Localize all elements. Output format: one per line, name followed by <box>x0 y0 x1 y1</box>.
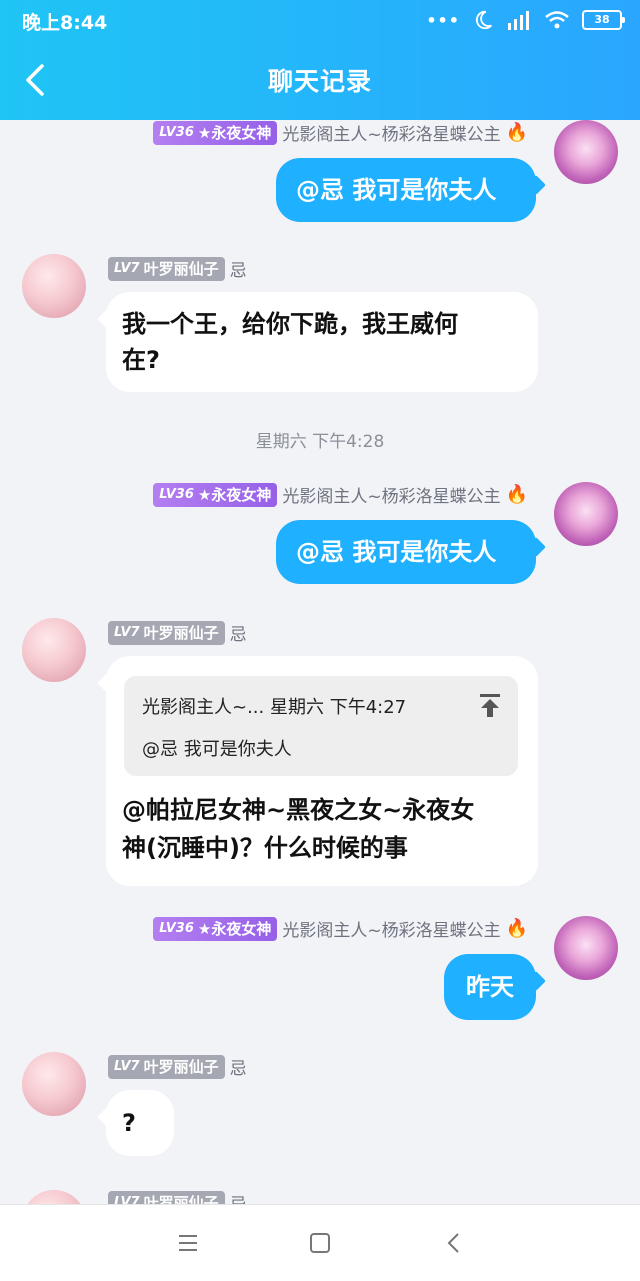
level-badge: LV36 ★永夜女神 <box>153 120 278 145</box>
message-incoming: LV7 叶罗丽仙子 忌 我一个王，给你下跪，我王威何 在? <box>0 250 640 400</box>
fire-icon: 🔥 <box>505 484 528 505</box>
page-title: 聊天记录 <box>267 67 372 96</box>
avatar[interactable] <box>22 1190 86 1204</box>
sender-name: 光影阁主人~杨彩洛星蝶公主 <box>282 125 501 145</box>
message-incoming: LV7叶罗丽仙子 忌 <box>0 1186 640 1204</box>
quote-header: 光影阁主人~... 星期六 下午4:27 <box>142 697 407 718</box>
sender-name: 忌 <box>229 625 247 645</box>
sender-info: LV36 ★永夜女神 光影阁主人~杨彩洛星蝶公主 🔥 <box>153 120 528 145</box>
home-icon[interactable] <box>308 1231 332 1255</box>
menu-icon[interactable] <box>176 1231 200 1255</box>
avatar[interactable] <box>554 482 618 546</box>
sender-info: LV7叶罗丽仙子 忌 <box>108 620 247 645</box>
quoted-message[interactable]: 光影阁主人~... 星期六 下午4:27 @忌 我可是你夫人 <box>124 676 518 776</box>
sender-name: 忌 <box>230 1190 247 1204</box>
battery-icon: 38 <box>582 10 625 30</box>
status-bar: 晚上8:44 ••• 38 <box>0 0 640 38</box>
avatar[interactable] <box>22 1052 86 1116</box>
message-bubble[interactable]: 光影阁主人~... 星期六 下午4:27 @忌 我可是你夫人 @帕拉尼女神~黑夜… <box>106 656 538 886</box>
message-bubble[interactable]: @忌 我可是你夫人 <box>276 520 536 584</box>
level-badge: LV7 叶罗丽仙子 <box>108 1190 225 1204</box>
message-outgoing: LV36 ★永夜女神 光影阁主人~杨彩洛星蝶公主 🔥 @忌 我可是你夫人 <box>0 472 640 592</box>
message-text-line: 神(沉睡中)？什么时候的事 <box>122 834 408 862</box>
sender-name: 忌 <box>229 1059 247 1079</box>
avatar[interactable] <box>554 916 618 980</box>
avatar[interactable] <box>554 120 618 184</box>
quote-text: @忌 我可是你夫人 <box>142 739 292 760</box>
system-nav-bar <box>0 1204 640 1281</box>
sender-info: LV7叶罗丽仙子 忌 <box>108 256 247 281</box>
message-bubble[interactable]: ? <box>106 1090 174 1156</box>
fire-icon: 🔥 <box>505 918 528 939</box>
level-badge: LV7 叶罗丽仙子 <box>108 620 225 645</box>
sender-info: LV36 ★永夜女神 光影阁主人~杨彩洛星蝶公主 🔥 <box>153 916 528 941</box>
sender-info: LV36 ★永夜女神 光影阁主人~杨彩洛星蝶公主 🔥 <box>153 482 528 507</box>
avatar[interactable] <box>22 254 86 318</box>
sender-info: LV7叶罗丽仙子 忌 <box>108 1190 247 1204</box>
pin-top-icon[interactable] <box>478 692 502 718</box>
message-bubble[interactable]: 我一个王，给你下跪，我王威何 在? <box>106 292 538 392</box>
message-bubble[interactable]: 昨天 <box>444 954 536 1020</box>
moon-icon <box>475 10 492 30</box>
status-time: 晚上8:44 <box>22 12 108 34</box>
message-outgoing: LV36 ★永夜女神 光影阁主人~杨彩洛星蝶公主 🔥 昨天 <box>0 906 640 1026</box>
message-text-line: @帕拉尼女神~黑夜之女~永夜女 <box>122 796 475 824</box>
message-incoming: LV7 叶罗丽仙子 忌 ? <box>0 1050 640 1170</box>
signal-icon <box>508 11 529 30</box>
level-badge: LV7 叶罗丽仙子 <box>108 256 225 281</box>
sender-name: 光影阁主人~杨彩洛星蝶公主 <box>282 487 501 507</box>
level-badge: LV36 ★永夜女神 <box>153 916 278 941</box>
level-badge: LV36 ★永夜女神 <box>153 482 278 507</box>
sender-info: LV7叶罗丽仙子 忌 <box>108 1054 247 1079</box>
sender-name: 忌 <box>229 261 247 281</box>
timestamp-divider: 星期六 下午4:28 <box>255 432 385 452</box>
fire-icon: 🔥 <box>505 122 528 143</box>
message-text-line: 在? <box>122 346 160 374</box>
message-bubble[interactable]: @忌 我可是你夫人 <box>276 158 536 222</box>
sender-name: 光影阁主人~杨彩洛星蝶公主 <box>282 921 501 941</box>
more-dots-icon: ••• <box>426 10 460 30</box>
nav-back-icon[interactable] <box>442 1231 466 1255</box>
level-badge: LV7 叶罗丽仙子 <box>108 1054 225 1079</box>
avatar[interactable] <box>22 618 86 682</box>
app-header: 晚上8:44 ••• 38 聊天记录 <box>0 0 640 120</box>
status-icons: ••• 38 <box>426 8 625 32</box>
message-text-line: 我一个王，给你下跪，我王威何 <box>122 310 458 338</box>
wifi-icon <box>545 11 569 29</box>
message-outgoing: LV36 ★永夜女神 光影阁主人~杨彩洛星蝶公主 🔥 @忌 我可是你夫人 <box>0 110 640 230</box>
message-incoming: LV7 叶罗丽仙子 忌 光影阁主人~... 星期六 下午4:27 @忌 我可是你夫… <box>0 614 640 894</box>
